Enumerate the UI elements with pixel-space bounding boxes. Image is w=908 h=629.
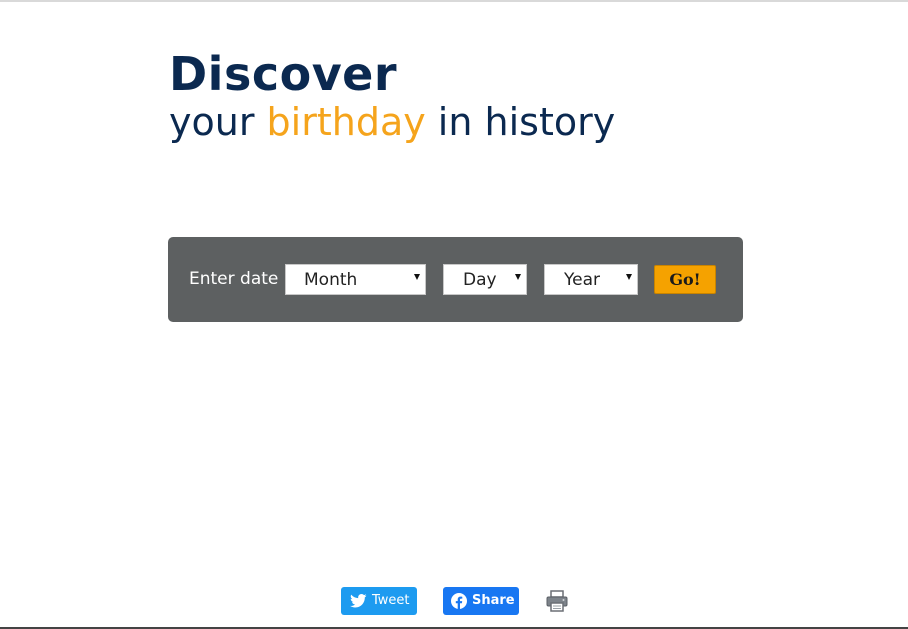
- facebook-icon: [451, 593, 467, 613]
- twitter-bird-icon: [350, 594, 367, 612]
- month-select[interactable]: Month: [285, 264, 426, 295]
- subtitle-after: in history: [425, 100, 616, 144]
- month-select-value: Month: [304, 270, 358, 290]
- hero: Discover your birthday in history: [169, 46, 615, 146]
- dropdown-arrow-icon: [626, 274, 632, 280]
- top-border: [0, 0, 908, 2]
- day-select[interactable]: Day: [443, 264, 527, 295]
- subtitle-accent: birthday: [266, 100, 426, 144]
- tweet-button[interactable]: Tweet: [341, 587, 417, 615]
- day-select-value: Day: [463, 270, 497, 290]
- date-label: Enter date: [189, 269, 279, 289]
- go-button[interactable]: Go!: [654, 265, 716, 294]
- share-bar: Tweet Share: [0, 587, 908, 615]
- page-subtitle: your birthday in history: [169, 98, 615, 146]
- dropdown-arrow-icon: [515, 274, 521, 280]
- year-select[interactable]: Year: [544, 264, 638, 295]
- subtitle-before: your: [169, 100, 267, 144]
- share-label: Share: [472, 593, 515, 608]
- facebook-share-button[interactable]: Share: [443, 587, 519, 615]
- dropdown-arrow-icon: [414, 274, 420, 280]
- tweet-label: Tweet: [372, 593, 410, 608]
- year-select-value: Year: [564, 270, 600, 290]
- date-form-panel: Enter date Month Day Year Go!: [168, 237, 743, 322]
- page-title: Discover: [169, 47, 398, 101]
- printer-icon[interactable]: [545, 589, 569, 613]
